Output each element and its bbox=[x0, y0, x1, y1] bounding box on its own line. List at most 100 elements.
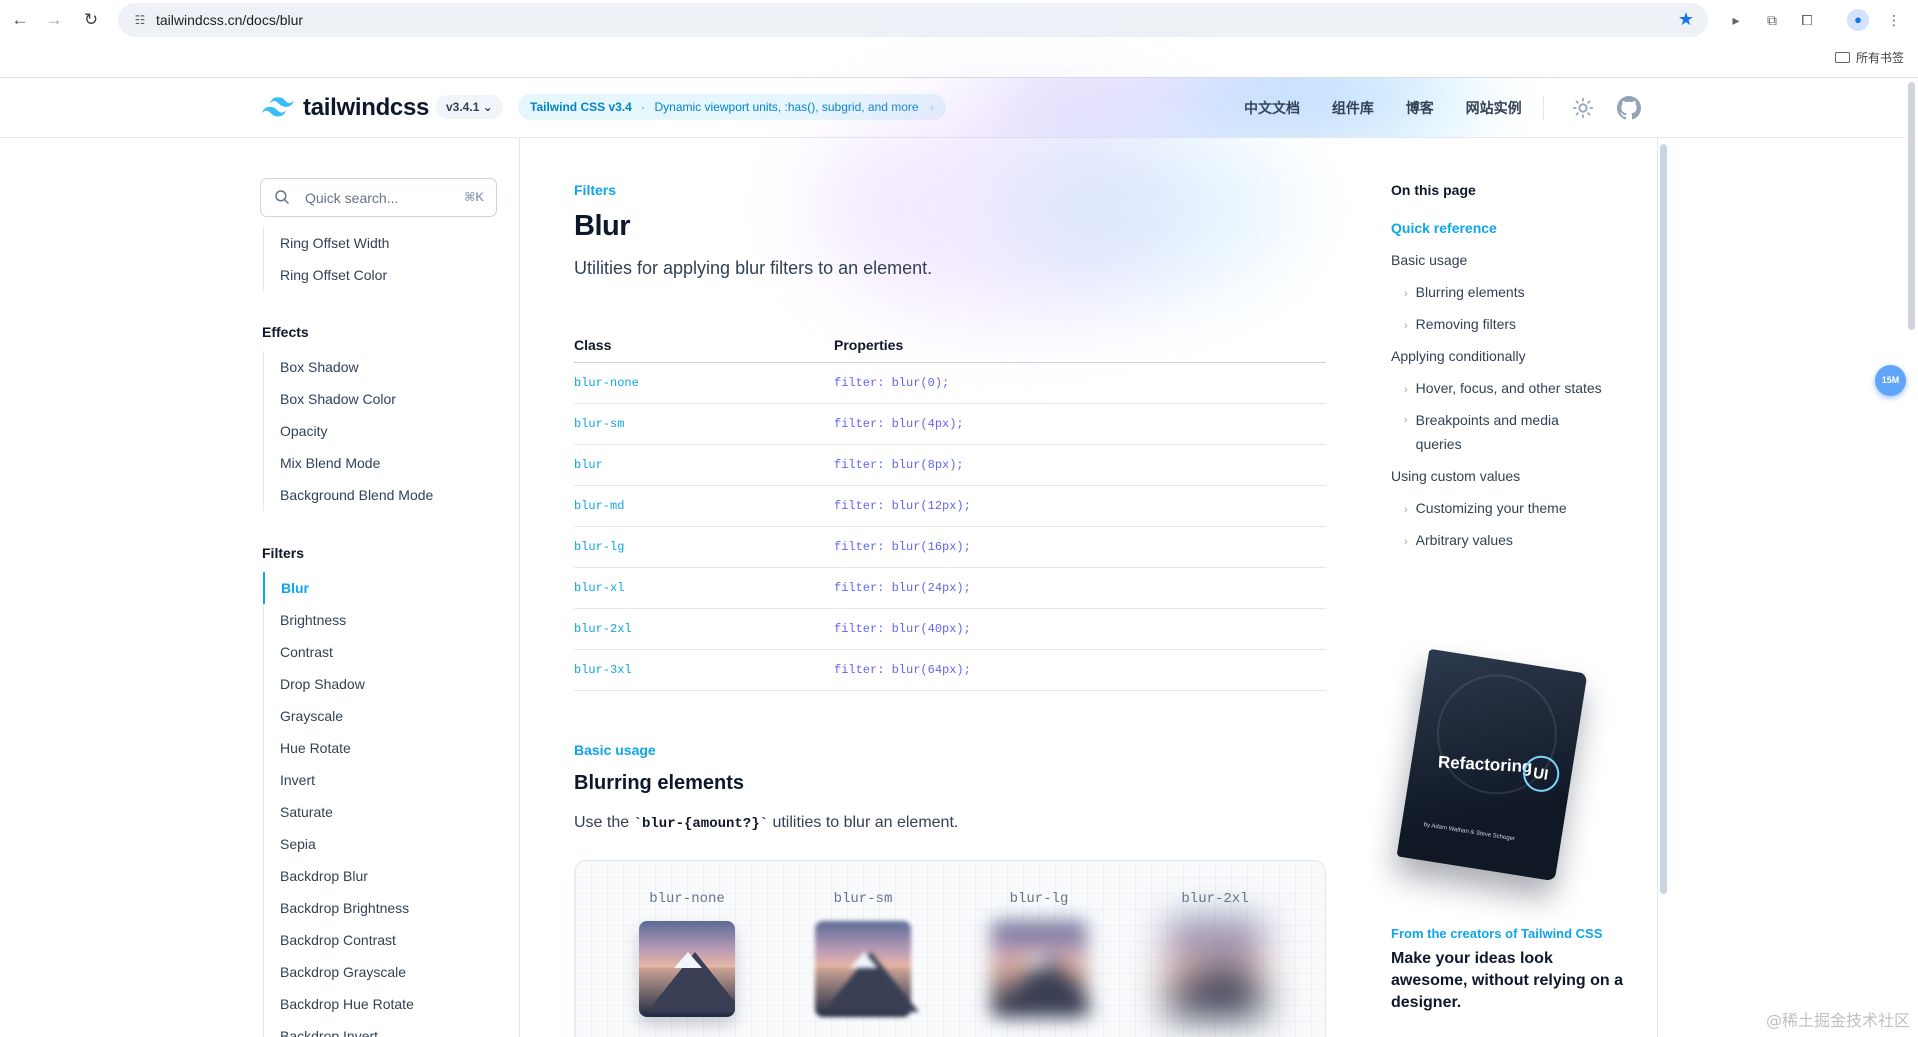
search-placeholder: Quick search... bbox=[305, 190, 399, 206]
quick-search-input[interactable]: Quick search... ⌘K bbox=[260, 178, 497, 217]
sidebar-item-opacity[interactable]: Opacity bbox=[263, 415, 503, 447]
table-header-properties: Properties bbox=[834, 328, 1326, 363]
blur-demo-panel: blur-none blur-sm blur-lg blur-2xl bbox=[574, 860, 1326, 1037]
top-nav: 中文文档 组件库 博客 网站实例 bbox=[1244, 98, 1550, 118]
address-bar[interactable]: ☷ tailwindcss.cn/docs/blur ★ bbox=[118, 3, 1708, 37]
nav-showcase[interactable]: 网站实例 bbox=[1466, 100, 1522, 116]
mountain-image-art bbox=[815, 921, 919, 1017]
sidebar-item-brightness[interactable]: Brightness bbox=[263, 604, 503, 636]
table-header-class: Class bbox=[574, 328, 834, 363]
sidebar-item-blur[interactable]: Blur bbox=[263, 572, 503, 604]
logo-text[interactable]: tailwindcss bbox=[303, 94, 429, 122]
table-cell-class: blur-3xl bbox=[574, 649, 834, 691]
toc-item-hover-focus[interactable]: › Hover, focus, and other states bbox=[1404, 376, 1602, 402]
sidebar-effects-list: Box Shadow Box Shadow Color Opacity Mix … bbox=[263, 351, 503, 511]
table-cell-properties: filter: blur(12px); bbox=[834, 485, 1326, 527]
ad-eyebrow[interactable]: From the creators of Tailwind CSS bbox=[1391, 926, 1602, 941]
toc-item-breakpoints[interactable]: › Breakpoints and media queries bbox=[1404, 408, 1624, 456]
quick-reference-table: Class Properties blur-none filter: blur(0… bbox=[574, 328, 1326, 691]
sidebar-item-drop-shadow[interactable]: Drop Shadow bbox=[263, 668, 503, 700]
sidebar-item-box-shadow-color[interactable]: Box Shadow Color bbox=[263, 383, 503, 415]
back-arrow-icon[interactable]: ← bbox=[8, 8, 32, 32]
site-info-icon[interactable]: ☷ bbox=[132, 12, 148, 28]
sidebar-item-ring-offset-color[interactable]: Ring Offset Color bbox=[263, 259, 503, 291]
ad-text[interactable]: Make your ideas look awesome, without re… bbox=[1391, 948, 1631, 1014]
toc-item-basic-usage[interactable]: Basic usage bbox=[1391, 248, 1467, 272]
table-row: blur-2xl filter: blur(40px); bbox=[574, 608, 1326, 650]
toc-item-quick-reference[interactable]: Quick reference bbox=[1391, 216, 1497, 240]
page-scrollbar[interactable] bbox=[1906, 78, 1918, 1037]
table-row: blur-sm filter: blur(4px); bbox=[574, 403, 1326, 445]
section-title-blurring-elements[interactable]: Blurring elements bbox=[574, 772, 744, 795]
floating-badge[interactable]: 15M bbox=[1875, 365, 1906, 396]
forward-arrow-icon[interactable]: → bbox=[42, 8, 66, 32]
toc-scrollbar[interactable] bbox=[1660, 144, 1667, 894]
table-cell-properties: filter: blur(24px); bbox=[834, 567, 1326, 609]
sidebar-item-backdrop-contrast[interactable]: Backdrop Contrast bbox=[263, 924, 503, 956]
announcement-pill[interactable]: Tailwind CSS v3.4 · Dynamic viewport uni… bbox=[518, 94, 946, 120]
sidebar-item-backdrop-blur[interactable]: Backdrop Blur bbox=[263, 860, 503, 892]
bookmark-star-icon[interactable]: ★ bbox=[1678, 9, 1694, 30]
table-cell-class: blur-xl bbox=[574, 567, 834, 609]
demo-item: blur-2xl bbox=[1160, 891, 1271, 1017]
sidebar-item-hue-rotate[interactable]: Hue Rotate bbox=[263, 732, 503, 764]
toc-item-removing-filters[interactable]: › Removing filters bbox=[1404, 312, 1516, 338]
tailwind-logo-icon[interactable] bbox=[262, 96, 294, 118]
sidebar-item-box-shadow[interactable]: Box Shadow bbox=[263, 351, 503, 383]
sidebar: Quick search... ⌘K Ring Offset Width Rin… bbox=[0, 138, 520, 1037]
reload-icon[interactable]: ↻ bbox=[79, 8, 103, 32]
extension-icon[interactable]: ⧉ bbox=[1762, 10, 1782, 30]
sidebar-item-grayscale[interactable]: Grayscale bbox=[263, 700, 503, 732]
table-row: blur-xl filter: blur(24px); bbox=[574, 567, 1326, 609]
table-cell-class: blur-sm bbox=[574, 403, 834, 445]
table-cell-properties: filter: blur(8px); bbox=[834, 444, 1326, 486]
chevron-right-icon: › bbox=[929, 100, 934, 114]
sidebar-item-background-blend-mode[interactable]: Background Blend Mode bbox=[263, 479, 503, 511]
book-ad-image[interactable]: Refactoring UI by Adam Wathan & Steve Sc… bbox=[1360, 640, 1640, 910]
nav-blog[interactable]: 博客 bbox=[1406, 100, 1434, 116]
toc-item-customizing-theme[interactable]: › Customizing your theme bbox=[1404, 496, 1567, 522]
watermark: @稀土掘金技术社区 bbox=[1765, 1011, 1910, 1030]
sidebar-item-backdrop-grayscale[interactable]: Backdrop Grayscale bbox=[263, 956, 503, 988]
table-cell-properties: filter: blur(40px); bbox=[834, 608, 1326, 650]
sidebar-item-sepia[interactable]: Sepia bbox=[263, 828, 503, 860]
sidebar-item-saturate[interactable]: Saturate bbox=[263, 796, 503, 828]
sidebar-heading-effects: Effects bbox=[262, 324, 309, 340]
main-content: Filters Blur Utilities for applying blur… bbox=[574, 98, 1326, 1037]
table-cell-properties: filter: blur(4px); bbox=[834, 403, 1326, 445]
version-select[interactable]: v3.4.1 ⌄ bbox=[436, 95, 503, 119]
table-cell-class: blur-2xl bbox=[574, 608, 834, 650]
nav-docs[interactable]: 中文文档 bbox=[1244, 100, 1300, 116]
section-eyebrow-basic-usage[interactable]: Basic usage bbox=[574, 742, 656, 758]
table-cell-properties: filter: blur(16px); bbox=[834, 526, 1326, 568]
cast-icon[interactable]: ▸ bbox=[1726, 10, 1746, 30]
nav-components[interactable]: 组件库 bbox=[1332, 100, 1374, 116]
book-authors: by Adam Wathan & Steve Schoger bbox=[1423, 822, 1516, 843]
toc-item-using-custom-values[interactable]: Using custom values bbox=[1391, 464, 1520, 488]
sidebar-item-ring-offset-width[interactable]: Ring Offset Width bbox=[263, 227, 503, 259]
url-text[interactable]: tailwindcss.cn/docs/blur bbox=[156, 12, 303, 28]
chevron-right-icon: › bbox=[1404, 288, 1408, 300]
toc-item-applying-conditionally[interactable]: Applying conditionally bbox=[1391, 344, 1526, 368]
profile-avatar-icon[interactable]: ● bbox=[1847, 9, 1869, 31]
toc-item-arbitrary-values[interactable]: › Arbitrary values bbox=[1404, 528, 1513, 554]
all-bookmarks[interactable]: 所有书签 bbox=[1834, 49, 1904, 66]
search-shortcut: ⌘K bbox=[464, 190, 484, 204]
breadcrumb[interactable]: Filters bbox=[574, 182, 616, 198]
menu-kebab-icon[interactable]: ⋮ bbox=[1884, 10, 1904, 30]
mountain-image bbox=[639, 921, 735, 1017]
sidebar-item-backdrop-brightness[interactable]: Backdrop Brightness bbox=[263, 892, 503, 924]
search-icon bbox=[275, 190, 289, 204]
mountain-image-blur-lg bbox=[991, 921, 1095, 1017]
puzzle-icon[interactable]: ⧠ bbox=[1797, 10, 1817, 30]
sidebar-item-invert[interactable]: Invert bbox=[263, 764, 503, 796]
sidebar-item-mix-blend-mode[interactable]: Mix Blend Mode bbox=[263, 447, 503, 479]
sidebar-item-backdrop-hue-rotate[interactable]: Backdrop Hue Rotate bbox=[263, 988, 503, 1020]
table-cell-properties: filter: blur(64px); bbox=[834, 649, 1326, 691]
github-icon[interactable] bbox=[1617, 96, 1641, 120]
sidebar-item-backdrop-invert[interactable]: Backdrop Invert bbox=[263, 1020, 503, 1037]
sidebar-item-contrast[interactable]: Contrast bbox=[263, 636, 503, 668]
page-scrollbar-thumb[interactable] bbox=[1908, 82, 1915, 330]
sun-theme-icon[interactable] bbox=[1572, 97, 1594, 119]
toc-item-blurring-elements[interactable]: › Blurring elements bbox=[1404, 280, 1525, 306]
